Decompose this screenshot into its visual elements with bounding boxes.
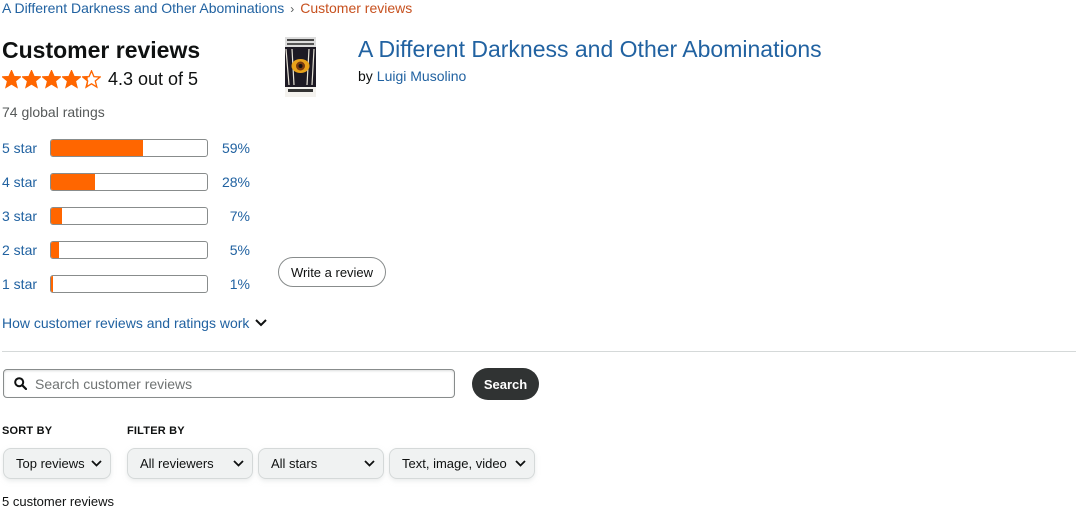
chevron-down-icon [364,460,375,467]
histogram-star-label[interactable]: 3 star [2,208,50,224]
author-link[interactable]: Luigi Musolino [377,68,467,84]
histogram-row[interactable]: 1 star 1% [2,273,262,295]
filter-by-label: FILTER BY [127,425,185,437]
product-cover-image[interactable] [283,37,318,97]
histogram-row[interactable]: 2 star 5% [2,239,262,261]
breadcrumb: A Different Darkness and Other Abominati… [2,0,412,18]
histogram-percent[interactable]: 7% [208,208,250,224]
global-ratings-count: 74 global ratings [2,104,105,120]
star-icon [82,69,101,89]
star-filter-value: All stars [271,456,318,471]
product-title-link[interactable]: A Different Darkness and Other Abominati… [358,35,822,63]
histogram-row[interactable]: 3 star 7% [2,205,262,227]
histogram-bar[interactable] [50,207,208,225]
histogram-star-label[interactable]: 5 star [2,140,50,156]
rating-text: 4.3 out of 5 [108,69,199,89]
page-title: Customer reviews [2,37,201,63]
histogram-percent[interactable]: 28% [208,174,250,190]
chevron-down-icon [233,460,244,467]
histogram-row[interactable]: 4 star 28% [2,171,262,193]
histogram-bar[interactable] [50,241,208,259]
byline: by Luigi Musolino [358,68,466,85]
star-icon [2,69,21,89]
histogram-bar-fill [51,174,95,190]
search-icon [14,377,27,390]
reviewer-filter-dropdown[interactable]: All reviewers [127,448,253,479]
format-filter-dropdown[interactable]: Text, image, video [389,448,535,479]
chevron-down-icon [91,460,102,467]
how-reviews-work-label: How customer reviews and ratings work [2,315,250,331]
histogram-bar-fill [51,242,59,258]
breadcrumb-separator: › [290,2,295,16]
star-icon [42,69,61,89]
sort-by-label: SORT BY [2,425,53,437]
chevron-down-icon [515,460,526,467]
search-input[interactable] [33,374,437,393]
star-icon [22,69,41,89]
reviewer-filter-value: All reviewers [140,456,214,471]
histogram-percent[interactable]: 1% [208,276,250,292]
histogram-bar[interactable] [50,173,208,191]
chevron-down-icon [255,319,268,327]
breadcrumb-product-link[interactable]: A Different Darkness and Other Abominati… [2,0,284,16]
star-filter-dropdown[interactable]: All stars [258,448,384,479]
format-filter-value: Text, image, video [402,456,507,471]
review-count: 5 customer reviews [2,494,114,509]
histogram-bar-fill [51,276,53,292]
review-search-box[interactable] [3,369,455,398]
histogram-star-label[interactable]: 4 star [2,174,50,190]
search-button[interactable]: Search [472,368,539,400]
star-rating-icons [2,69,102,89]
how-reviews-work-link[interactable]: How customer reviews and ratings work [2,315,268,331]
histogram-bar[interactable] [50,275,208,293]
write-review-button[interactable]: Write a review [278,257,386,287]
section-divider [2,351,1076,352]
histogram-star-label[interactable]: 1 star [2,276,50,292]
histogram-bar-fill [51,208,62,224]
average-rating[interactable]: 4.3 out of 5 [2,68,198,90]
breadcrumb-current: Customer reviews [300,0,413,16]
histogram-percent[interactable]: 5% [208,242,250,258]
star-icon [62,69,81,89]
by-label: by [358,68,373,84]
sort-dropdown-value: Top reviews [16,456,85,471]
histogram-bar[interactable] [50,139,208,157]
histogram-row[interactable]: 5 star 59% [2,137,262,159]
histogram-bar-fill [51,140,144,156]
sort-dropdown[interactable]: Top reviews [3,448,111,479]
histogram-percent[interactable]: 59% [208,140,250,156]
histogram-star-label[interactable]: 2 star [2,242,50,258]
